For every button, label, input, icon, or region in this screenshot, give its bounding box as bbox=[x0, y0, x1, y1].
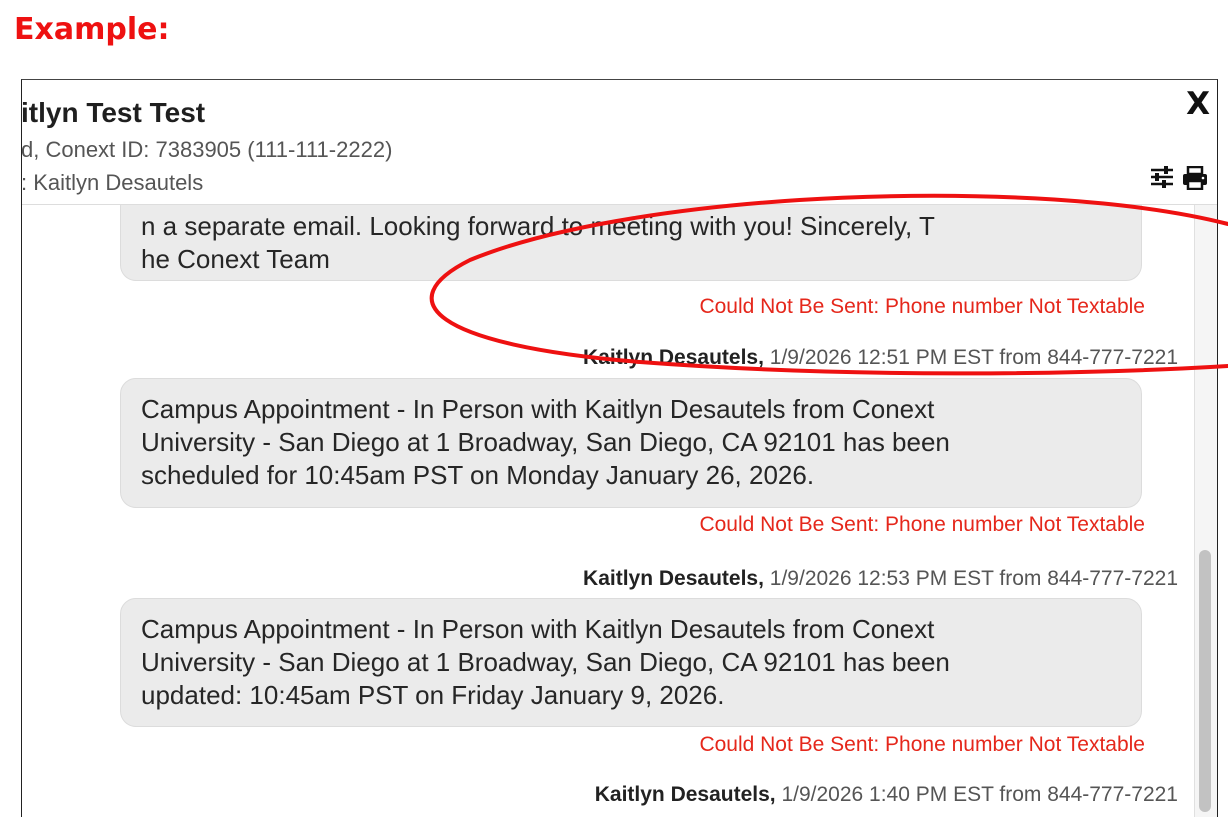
scrollbar-thumb[interactable] bbox=[1199, 550, 1211, 812]
message-list[interactable]: n a separate email. Looking forward to m… bbox=[22, 205, 1195, 817]
scrollbar[interactable] bbox=[1194, 205, 1217, 817]
example-label: Example: bbox=[14, 12, 170, 47]
conversation-header: itlyn Test Test d, Conext ID: 7383905 (1… bbox=[22, 80, 1217, 205]
sender-meta: 1/9/2026 1:40 PM EST from 844-777-7221 bbox=[775, 783, 1178, 806]
sender-name: Kaitlyn Desautels, bbox=[583, 346, 764, 369]
message-bubble: Campus Appointment - In Person with Kait… bbox=[120, 598, 1142, 727]
contact-ids: d, Conext ID: 7383905 (111-111-2222) bbox=[21, 137, 393, 162]
header-toolbar bbox=[1150, 165, 1208, 195]
message-status: Could Not Be Sent: Phone number Not Text… bbox=[699, 295, 1145, 318]
contact-name: itlyn Test Test bbox=[21, 97, 206, 128]
message-text: Campus Appointment - In Person with Kait… bbox=[141, 614, 950, 710]
message-status: Could Not Be Sent: Phone number Not Text… bbox=[699, 513, 1145, 536]
sender-meta: 1/9/2026 12:51 PM EST from 844-777-7221 bbox=[763, 346, 1178, 369]
printer-icon[interactable] bbox=[1182, 165, 1208, 195]
sender-name: Kaitlyn Desautels, bbox=[583, 567, 764, 590]
contact-owner: : Kaitlyn Desautels bbox=[21, 170, 204, 195]
conversation-panel: n a separate email. Looking forward to m… bbox=[21, 79, 1218, 817]
message-bubble: n a separate email. Looking forward to m… bbox=[120, 205, 1142, 281]
sender-meta: 1/9/2026 12:53 PM EST from 844-777-7221 bbox=[763, 567, 1178, 590]
message-sender: Kaitlyn Desautels, 1/9/2026 12:53 PM EST… bbox=[583, 567, 1178, 591]
close-button[interactable]: X bbox=[1186, 86, 1210, 122]
message-bubble: Campus Appointment - In Person with Kait… bbox=[120, 378, 1142, 508]
sender-name: Kaitlyn Desautels, bbox=[594, 783, 776, 806]
message-sender: Kaitlyn Desautels, 1/9/2026 1:40 PM EST … bbox=[595, 783, 1178, 807]
sliders-icon[interactable] bbox=[1150, 166, 1174, 195]
message-text: n a separate email. Looking forward to m… bbox=[141, 211, 935, 274]
message-text: Campus Appointment - In Person with Kait… bbox=[141, 394, 950, 490]
message-status: Could Not Be Sent: Phone number Not Text… bbox=[699, 733, 1145, 756]
message-sender: Kaitlyn Desautels, 1/9/2026 12:51 PM EST… bbox=[583, 346, 1178, 370]
